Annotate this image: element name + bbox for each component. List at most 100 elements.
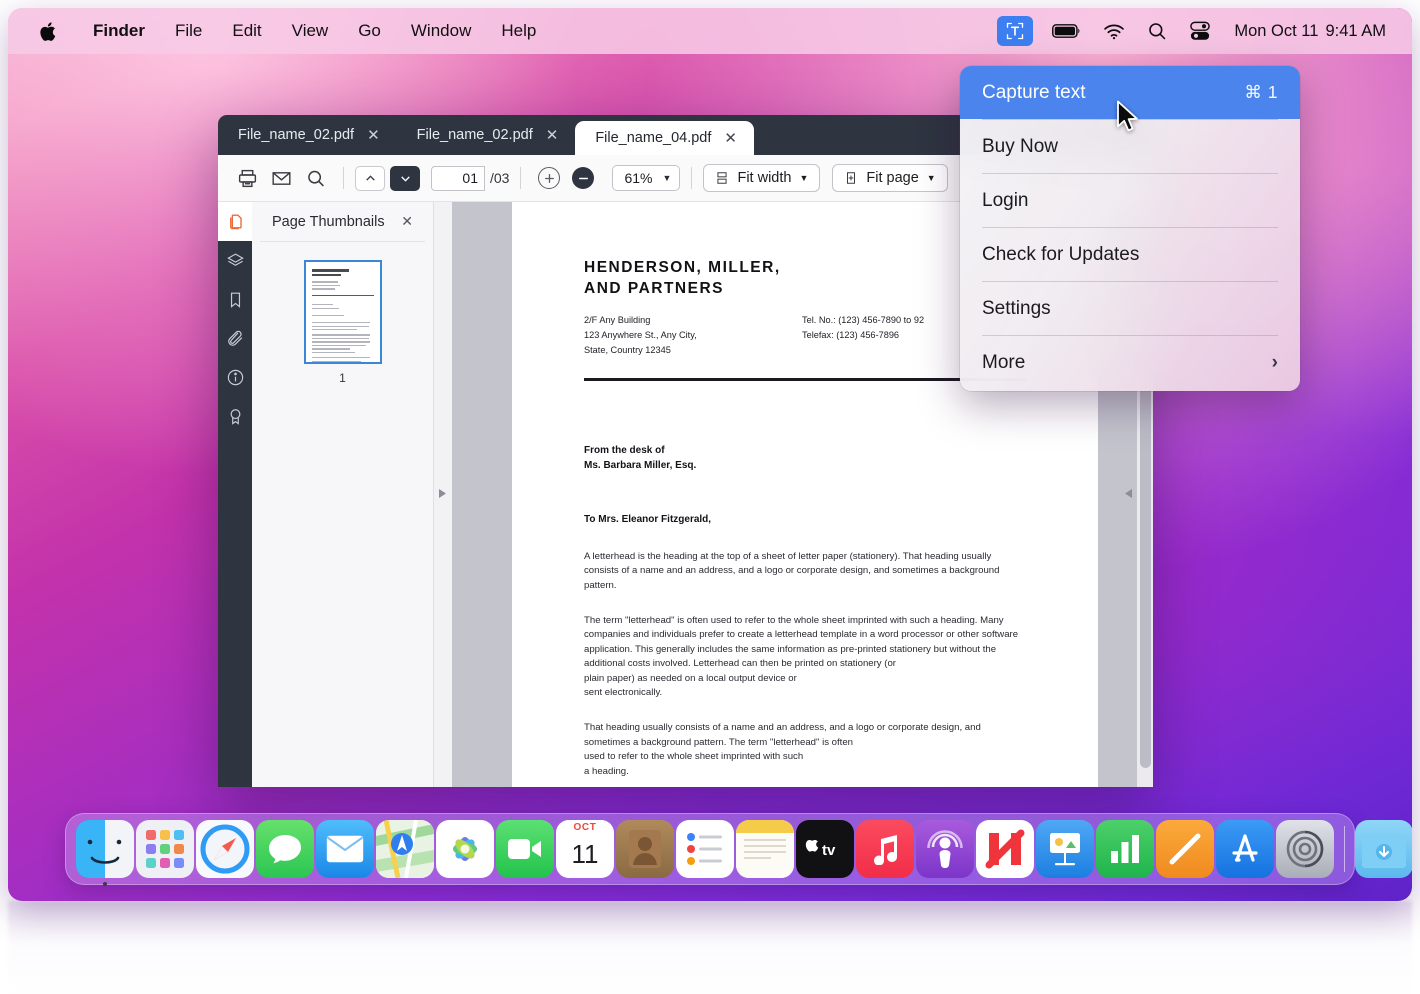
facetime-icon[interactable] [496, 820, 554, 878]
left-collapse-divider[interactable] [434, 202, 452, 787]
fit-page-button[interactable]: Fit page ▼ [832, 164, 947, 192]
menu-item-go[interactable]: Go [343, 8, 396, 54]
maps-icon[interactable] [376, 820, 434, 878]
messages-icon[interactable] [256, 820, 314, 878]
search-icon[interactable] [1136, 16, 1178, 46]
dock-item-finder[interactable] [76, 820, 134, 878]
thumbnail-page-1[interactable] [304, 260, 382, 364]
tool-rail [218, 202, 252, 787]
menu-item-settings[interactable]: Settings [960, 282, 1300, 335]
contacts-icon[interactable] [616, 820, 674, 878]
menu-item-window[interactable]: Window [396, 8, 486, 54]
body-paragraph-3c: a heading. [584, 765, 1026, 780]
print-icon[interactable] [230, 161, 264, 195]
fit-width-button[interactable]: Fit width ▼ [703, 164, 820, 192]
appletv-icon[interactable]: tv [796, 820, 854, 878]
page-number-input[interactable]: 01 [431, 166, 485, 191]
wifi-icon[interactable] [1092, 16, 1136, 46]
safari-icon[interactable] [196, 820, 254, 878]
apple-logo-icon[interactable] [36, 18, 58, 44]
menu-item-login[interactable]: Login [960, 174, 1300, 227]
desktop-wallpaper: File_name_02.pdf ✕ File_name_02.pdf ✕ Fi… [8, 8, 1412, 901]
podcasts-icon[interactable] [916, 820, 974, 878]
panel-title: Page Thumbnails [272, 214, 385, 230]
downloads-folder-icon[interactable] [1355, 820, 1412, 878]
news-icon[interactable] [976, 820, 1034, 878]
collapse-right-handle-icon[interactable] [1124, 486, 1133, 504]
menu-item-view[interactable]: View [277, 8, 344, 54]
menu-item-file[interactable]: File [160, 8, 217, 54]
prev-page-button[interactable] [355, 166, 385, 191]
chevron-down-icon: ▼ [663, 173, 672, 183]
close-icon[interactable]: ✕ [724, 129, 737, 147]
close-icon[interactable]: ✕ [401, 213, 413, 230]
menu-item-label: Buy Now [982, 136, 1058, 158]
close-icon[interactable]: ✕ [546, 126, 559, 144]
desktop-reflection [8, 901, 1412, 994]
email-icon[interactable] [264, 161, 298, 195]
notes-icon[interactable] [736, 820, 794, 878]
search-icon[interactable] [298, 161, 332, 195]
reminders-icon[interactable] [676, 820, 734, 878]
body-paragraph-3: That heading usually consists of a name … [584, 721, 1026, 750]
pages-icon[interactable] [1156, 820, 1214, 878]
tab-file-2[interactable]: File_name_02.pdf ✕ [397, 115, 576, 155]
menu-item-shortcut: ⌘ 1 [1244, 82, 1278, 103]
menu-item-label: Check for Updates [982, 244, 1139, 266]
body-paragraph-2c: sent electronically. [584, 686, 1026, 701]
address-line-1: 2/F Any Building [584, 313, 802, 328]
system-preferences-icon[interactable] [1276, 820, 1334, 878]
launchpad-icon[interactable] [136, 820, 194, 878]
appstore-icon[interactable] [1216, 820, 1274, 878]
page-thumbnails-panel: Page Thumbnails ✕ [252, 202, 434, 787]
zoom-out-button[interactable] [566, 161, 600, 195]
tab-file-1[interactable]: File_name_02.pdf ✕ [218, 115, 397, 155]
dock-divider [1344, 826, 1345, 872]
letterhead-address: 2/F Any Building 123 Anywhere St., Any C… [584, 313, 802, 358]
menu-item-help[interactable]: Help [486, 8, 551, 54]
page-thumbnails-icon[interactable] [218, 202, 252, 241]
finder-icon [76, 820, 134, 878]
menu-item-finder[interactable]: Finder [78, 8, 160, 54]
info-icon[interactable] [218, 358, 252, 397]
tab-file-3-active[interactable]: File_name_04.pdf ✕ [575, 121, 754, 155]
menu-item-edit[interactable]: Edit [217, 8, 276, 54]
attachment-icon[interactable] [218, 319, 252, 358]
mail-icon[interactable] [316, 820, 374, 878]
thumbnail-page-number: 1 [339, 371, 346, 385]
next-page-button[interactable] [390, 166, 420, 191]
from-label: From the desk of [584, 443, 1026, 459]
menu-bar-clock[interactable]: Mon Oct 119:41 AM [1222, 22, 1386, 41]
fax-line: Telefax: (123) 456-7896 [802, 328, 924, 343]
menu-item-check-for-updates[interactable]: Check for Updates [960, 228, 1300, 281]
bookmark-icon[interactable] [218, 280, 252, 319]
menu-item-more[interactable]: More › [960, 336, 1300, 389]
thumbnail-list: 1 [252, 242, 433, 385]
control-center-icon[interactable] [1178, 16, 1222, 46]
calendar-icon[interactable]: OCT 11 [556, 820, 614, 878]
layers-icon[interactable] [218, 241, 252, 280]
running-indicator [103, 882, 107, 886]
svg-text:tv: tv [822, 842, 836, 859]
numbers-icon[interactable] [1096, 820, 1154, 878]
page-total-label: /03 [485, 170, 509, 186]
chevron-right-icon: › [1272, 352, 1278, 374]
collapse-left-handle-icon[interactable] [438, 486, 447, 504]
signature-badge-icon[interactable] [218, 397, 252, 436]
close-icon[interactable]: ✕ [367, 126, 380, 144]
zoom-in-button[interactable] [532, 161, 566, 195]
address-line-2: 123 Anywhere St., Any City, [584, 328, 802, 343]
menu-item-label: Capture text [982, 82, 1086, 104]
zoom-level-select[interactable]: 61% ▼ [612, 165, 680, 191]
capture-text-icon[interactable] [997, 16, 1033, 46]
screen: File_name_02.pdf ✕ File_name_02.pdf ✕ Fi… [0, 0, 1420, 994]
keynote-icon[interactable] [1036, 820, 1094, 878]
battery-icon[interactable] [1041, 16, 1092, 46]
letterhead-phone: Tel. No.: (123) 456-7890 to 92 Telefax: … [802, 313, 924, 358]
photos-icon[interactable] [436, 820, 494, 878]
clock-time: 9:41 AM [1325, 22, 1386, 40]
menu-item-label: Login [982, 190, 1029, 212]
music-icon[interactable] [856, 820, 914, 878]
salutation: To Mrs. Eleanor Fitzgerald, [584, 514, 1026, 525]
from-name: Ms. Barbara Miller, Esq. [584, 458, 1026, 474]
